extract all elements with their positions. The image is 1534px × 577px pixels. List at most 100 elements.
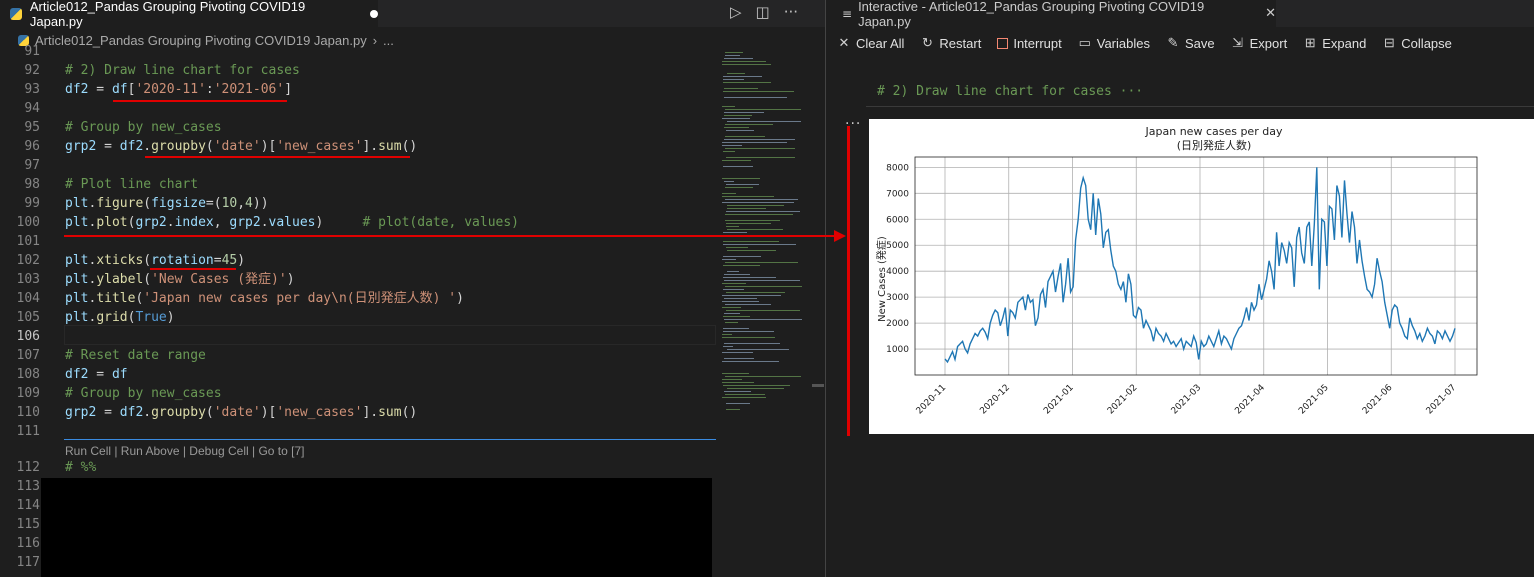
chart-title: Japan new cases per day <box>1145 125 1283 138</box>
editor-tab-active[interactable]: Article012_Pandas Grouping Pivoting COVI… <box>0 0 378 29</box>
code-line[interactable]: 91 <box>0 42 716 61</box>
unsaved-dot-icon[interactable] <box>370 9 378 18</box>
export-button[interactable]: ⇲ Export <box>1231 35 1288 51</box>
code-text: plt.figure(figsize=(10,4)) <box>65 196 269 211</box>
minimap-line <box>724 298 757 299</box>
code-line[interactable]: 108 df2 = df <box>0 365 716 384</box>
minimap-line <box>725 376 801 377</box>
line-number: 101 <box>16 234 40 249</box>
minimap-line <box>727 205 784 206</box>
minimap-line <box>723 166 753 167</box>
codelens-run-cell[interactable]: Run Cell | Run Above | Debug Cell | Go t… <box>65 444 304 458</box>
cell-input-preview[interactable]: # 2) Draw line chart for cases ··· <box>877 84 1143 99</box>
interactive-tab[interactable]: ≡ Interactive - Article012_Pandas Groupi… <box>826 0 1276 29</box>
minimap-line <box>725 136 765 137</box>
minimap-line <box>723 265 760 266</box>
line-number: 108 <box>16 367 40 382</box>
minimap-line <box>722 142 787 143</box>
list-icon: ≡ <box>842 6 853 21</box>
minimap-line <box>724 181 734 182</box>
code-line[interactable]: 92 # 2) Draw line chart for cases <box>0 61 716 80</box>
y-tick-label: 7000 <box>886 189 909 199</box>
code-line[interactable]: 97 <box>0 156 716 175</box>
minimap-line <box>725 199 798 200</box>
save-button[interactable]: ✎ Save <box>1166 35 1215 51</box>
line-number: 112 <box>16 460 40 475</box>
code-line[interactable]: 107 # Reset date range <box>0 346 716 365</box>
minimap-line <box>727 250 776 251</box>
code-line[interactable]: 110 grp2 = df2.groupby('date')['new_cases… <box>0 403 716 422</box>
minimap-line <box>722 307 741 308</box>
minimap-line <box>724 139 795 140</box>
minimap-line <box>722 202 794 203</box>
collapse-button[interactable]: ⊟ Collapse <box>1382 35 1452 51</box>
line-number: 106 <box>16 329 40 344</box>
code-line[interactable]: 100 plt.plot(grp2.index, grp2.values) # p… <box>0 213 716 232</box>
line-number: 111 <box>16 424 40 439</box>
minimap-line <box>723 244 796 245</box>
minimap-line <box>722 193 736 194</box>
minimap-line <box>724 97 787 98</box>
annotation-underline <box>145 156 410 158</box>
export-label: Export <box>1249 35 1288 51</box>
minimap-line <box>725 52 743 53</box>
minimap-line <box>723 232 747 233</box>
minimap-line <box>722 118 750 119</box>
minimap-line <box>724 115 752 116</box>
interrupt-button[interactable]: Interrupt <box>997 36 1062 51</box>
minimap-line <box>724 391 751 392</box>
code-line[interactable]: 104 plt.title('Japan new cases per day\n(… <box>0 289 716 308</box>
minimap-line <box>726 130 754 131</box>
close-icon[interactable]: ✕ <box>1265 6 1276 21</box>
minimap-line <box>723 79 744 80</box>
code-line[interactable]: 99 plt.figure(figsize=(10,4)) <box>0 194 716 213</box>
plot-output: Japan new cases per day (日別発症人数) New Cas… <box>869 119 1534 434</box>
y-tick-label: 5000 <box>886 241 909 251</box>
minimap-line <box>723 328 749 329</box>
run-icon[interactable]: ▷ <box>730 3 742 21</box>
minimap-line <box>724 358 754 359</box>
minimap-line <box>722 379 742 380</box>
code-line[interactable]: 103 plt.ylabel('New Cases (発症)') <box>0 270 716 289</box>
minimap-line <box>727 73 745 74</box>
minimap-line <box>725 109 801 110</box>
collapse-label: Collapse <box>1401 35 1452 51</box>
clear-all-button[interactable]: ✕ Clear All <box>837 35 905 51</box>
line-number: 116 <box>16 536 40 551</box>
code-line[interactable]: 93 df2 = df['2020-11':'2021-06'] <box>0 80 716 99</box>
code-line[interactable]: 96 grp2 = df2.groupby('date')['new_cases'… <box>0 137 716 156</box>
code-text: # %% <box>65 460 97 475</box>
x-tick-label: 2021-03 <box>1170 383 1204 417</box>
collapse-icon: ⊟ <box>1383 35 1395 50</box>
x-tick-label: 2021-07 <box>1425 383 1459 417</box>
minimap-line <box>722 145 742 146</box>
minimap-line <box>722 301 759 302</box>
editor-tab-label: Article012_Pandas Grouping Pivoting COVI… <box>29 0 306 29</box>
code-line[interactable]: 112 # %% <box>0 458 716 477</box>
minimap-line <box>722 382 754 383</box>
minimap-line <box>722 61 766 62</box>
code-text: plt.plot(grp2.index, grp2.values) # plot… <box>65 215 520 230</box>
minimap-line <box>722 283 746 284</box>
code-line[interactable]: 95 # Group by new_cases <box>0 118 716 137</box>
split-editor-icon[interactable]: ◫ <box>756 3 770 21</box>
variables-button[interactable]: ▭ Variables <box>1078 35 1150 51</box>
code-text: plt.ylabel('New Cases (発症)') <box>65 272 295 287</box>
minimap-line <box>722 373 749 374</box>
minimap-line <box>725 322 738 323</box>
x-tick-label: 2021-06 <box>1361 383 1395 417</box>
code-line[interactable]: 98 # Plot line chart <box>0 175 716 194</box>
restart-button[interactable]: ↻ Restart <box>920 35 981 51</box>
annotation-arrow-line <box>64 235 836 237</box>
code-line[interactable]: 94 <box>0 99 716 118</box>
minimap-line <box>723 385 790 386</box>
editor-scrollbar[interactable] <box>812 384 824 387</box>
expand-button[interactable]: ⊞ Expand <box>1303 35 1367 51</box>
minimap[interactable] <box>718 50 814 577</box>
more-actions-icon[interactable]: ··· <box>784 3 798 21</box>
minimap-line <box>724 88 758 89</box>
code-line[interactable]: 109 # Group by new_cases <box>0 384 716 403</box>
code-line[interactable]: 102 plt.xticks(rotation=45) <box>0 251 716 270</box>
save-label: Save <box>1184 35 1215 51</box>
minimap-line <box>723 331 774 332</box>
